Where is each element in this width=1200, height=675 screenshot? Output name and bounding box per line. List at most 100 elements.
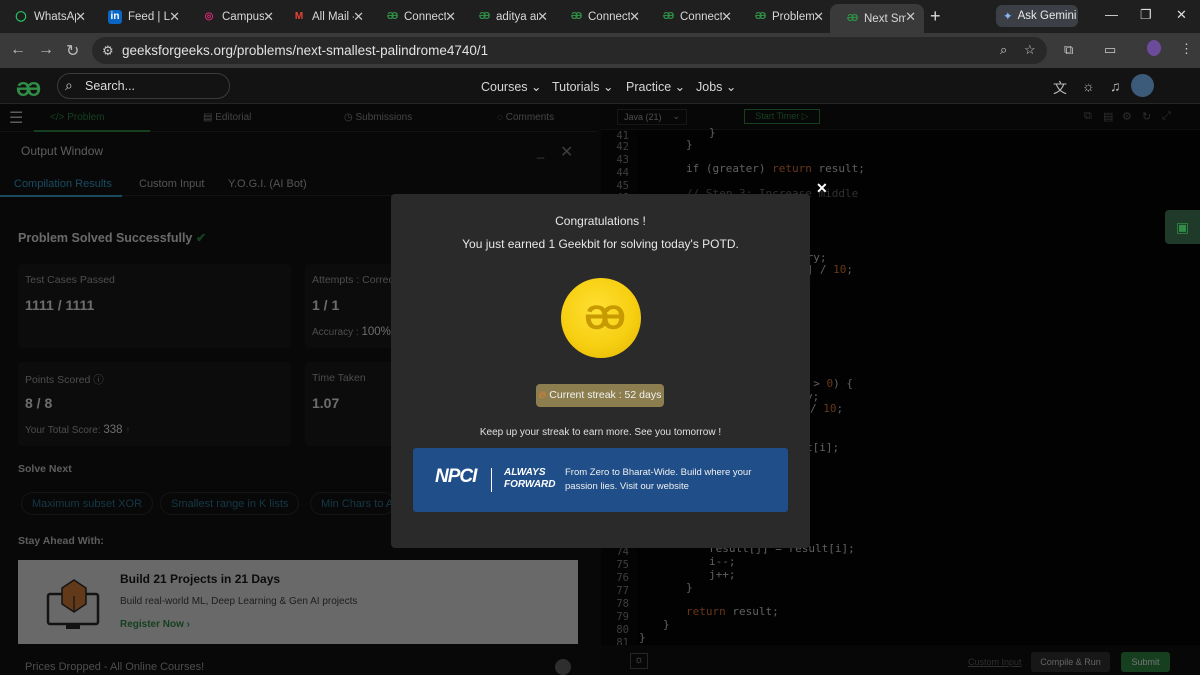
- tab-problem[interactable]: </> Problem: [50, 112, 105, 123]
- browser-tab-aditya[interactable]: ƏƏ aditya ar ✕: [462, 4, 556, 29]
- line-number: 78: [616, 598, 629, 610]
- nav-jobs[interactable]: Jobs ⌄: [696, 79, 736, 94]
- expand-icon[interactable]: ⤢: [1162, 110, 1171, 123]
- info-icon[interactable]: ⓘ: [93, 374, 104, 386]
- ad-tagline-line: FORWARD: [504, 479, 556, 490]
- fullscreen-icon[interactable]: ⧉: [1084, 110, 1092, 123]
- theme-toggle-icon[interactable]: ☼: [1082, 78, 1095, 94]
- hamburger-menu-icon[interactable]: ☰: [9, 108, 23, 128]
- compile-run-button[interactable]: Compile & Run: [1031, 652, 1110, 672]
- close-window-icon[interactable]: ✕: [1176, 7, 1187, 23]
- close-icon[interactable]: ✕: [813, 9, 824, 25]
- browser-tab-gmail[interactable]: M All Mail - ✕: [278, 4, 372, 29]
- browser-tab-campus[interactable]: ◎ Campus ✕: [188, 4, 282, 29]
- submit-button[interactable]: Submit: [1121, 652, 1170, 672]
- address-bar[interactable]: ⚙ geeksforgeeks.org/problems/next-smalle…: [92, 37, 1047, 64]
- url-text[interactable]: geeksforgeeks.org/problems/next-smallest…: [122, 43, 488, 58]
- close-output-icon[interactable]: ✕: [560, 142, 573, 162]
- streak-badge: 🔥︎ Current streak : 52 days: [536, 384, 664, 407]
- close-icon[interactable]: ✕: [629, 9, 640, 25]
- translate-icon[interactable]: 文: [1053, 78, 1067, 98]
- profile-avatar[interactable]: [1147, 40, 1161, 56]
- close-icon[interactable]: ✕: [721, 9, 732, 25]
- tab-comments[interactable]: ◌ Comments: [497, 112, 554, 123]
- gemini-icon: ✦: [1003, 11, 1013, 23]
- start-timer-button[interactable]: Start Timer ▷: [744, 109, 820, 124]
- tab-title: Feed | Lir: [128, 10, 170, 23]
- site-info-icon[interactable]: ⚙: [102, 43, 114, 59]
- npci-ad-banner[interactable]: NPCI ALWAYS FORWARD From Zero to Bharat-…: [413, 448, 788, 512]
- minimize-icon[interactable]: —: [1105, 7, 1118, 22]
- browser-tab-next-smallest[interactable]: ƏƏ Next Sm ✕: [830, 4, 924, 33]
- lightbulb-icon[interactable]: ☼: [630, 653, 648, 669]
- minimize-output-icon[interactable]: _: [537, 144, 544, 159]
- chevron-down-icon: ⌄: [602, 80, 614, 94]
- extensions-icon[interactable]: ⧉: [1064, 42, 1073, 58]
- keep-up-text: Keep up your streak to earn more. See yo…: [479, 427, 722, 438]
- monitor-box-icon: [46, 579, 100, 629]
- nav-courses[interactable]: Courses ⌄: [481, 79, 542, 94]
- notification-bell-icon[interactable]: ♫: [1110, 78, 1121, 94]
- tab-title: Connect: [680, 10, 722, 23]
- npci-logo: NPCI: [435, 466, 477, 487]
- cast-icon[interactable]: ▭: [1104, 42, 1116, 58]
- browser-tab-connect[interactable]: ƏƏ Connect ✕: [370, 4, 464, 29]
- tab-custom-input[interactable]: Custom Input: [139, 178, 204, 190]
- browser-tab-problem[interactable]: ƏƏ Problem ✕: [738, 4, 832, 29]
- close-modal-icon[interactable]: ✕: [816, 180, 828, 197]
- gfg-icon: ƏƏ: [386, 11, 399, 22]
- tab-editorial[interactable]: ▤ Editorial: [203, 112, 251, 123]
- points-card: Points Scored ⓘ 8 / 8 Your Total Score: …: [18, 362, 291, 446]
- scroll-down-icon[interactable]: [555, 659, 571, 675]
- tab-title: Connect: [404, 10, 446, 23]
- solve-next-chip[interactable]: Smallest range in K lists: [160, 492, 300, 515]
- chat-bubble-icon[interactable]: ▣: [1165, 210, 1200, 244]
- code-line: i--;: [709, 555, 736, 568]
- browser-tab-connect[interactable]: ƏƏ Connect ✕: [554, 4, 648, 29]
- solve-next-chip[interactable]: Min Chars to A: [310, 492, 395, 515]
- file-icon[interactable]: ▤: [1103, 110, 1113, 123]
- new-tab-button[interactable]: +: [930, 6, 941, 27]
- whatsapp-icon: ◯: [15, 11, 27, 22]
- gfg-icon: ƏƏ: [570, 11, 583, 22]
- card-value: 1111 / 1111: [25, 297, 95, 313]
- register-now-link[interactable]: Register Now ›: [120, 619, 190, 630]
- ask-gemini-button[interactable]: ✦ Ask Gemini: [996, 5, 1078, 27]
- close-icon[interactable]: ✕: [445, 9, 456, 25]
- chevron-down-icon: ⌄: [674, 80, 686, 94]
- tab-submissions[interactable]: ◷ Submissions: [344, 112, 412, 123]
- settings-icon[interactable]: ⚙: [1122, 110, 1132, 123]
- close-icon[interactable]: ✕: [905, 9, 916, 25]
- gfg-icon: ƏƏ: [662, 11, 675, 22]
- browser-tab-connect[interactable]: ƏƏ Connect ✕: [646, 4, 740, 29]
- tab-compilation-results[interactable]: Compilation Results: [14, 178, 112, 190]
- zoom-icon[interactable]: ⌕: [1000, 42, 1007, 58]
- code-line: j++;: [709, 568, 736, 581]
- nav-tutorials[interactable]: Tutorials ⌄: [552, 79, 613, 94]
- reset-icon[interactable]: ↻: [1142, 110, 1151, 123]
- solve-next-chip[interactable]: Maximum subset XOR: [21, 492, 154, 515]
- close-icon[interactable]: ✕: [263, 9, 274, 25]
- fire-icon: 🔥︎: [538, 389, 547, 401]
- close-icon[interactable]: ✕: [169, 9, 180, 25]
- promo-banner[interactable]: Build 21 Projects in 21 Days Build real-…: [18, 560, 578, 644]
- restore-icon[interactable]: ❐: [1140, 7, 1152, 23]
- custom-input-link[interactable]: Custom Input: [968, 657, 1022, 667]
- user-avatar[interactable]: [1131, 74, 1154, 97]
- back-icon[interactable]: ←: [10, 41, 26, 59]
- search-input[interactable]: ⌕ Search...: [57, 73, 230, 99]
- gfg-logo[interactable]: ƏƏ: [16, 79, 41, 102]
- test-cases-card: Test Cases Passed 1111 / 1111: [18, 264, 291, 348]
- forward-icon[interactable]: →: [38, 41, 54, 59]
- tab-yogi-ai-bot[interactable]: Y.O.G.I. (AI Bot): [228, 178, 307, 190]
- nav-practice[interactable]: Practice ⌄: [626, 79, 685, 94]
- bookmark-star-icon[interactable]: ☆: [1024, 42, 1036, 58]
- close-icon[interactable]: ✕: [537, 9, 548, 25]
- browser-tab-linkedin[interactable]: in Feed | Lir ✕: [94, 4, 188, 29]
- more-menu-icon[interactable]: ⋮: [1180, 41, 1193, 57]
- close-icon[interactable]: ✕: [75, 9, 86, 25]
- language-select[interactable]: Java (21) ⌄: [617, 109, 687, 125]
- browser-tab-whatsapp[interactable]: ◯ WhatsAp ✕: [0, 4, 94, 29]
- reload-icon[interactable]: ↻: [66, 41, 79, 61]
- close-icon[interactable]: ✕: [353, 9, 364, 25]
